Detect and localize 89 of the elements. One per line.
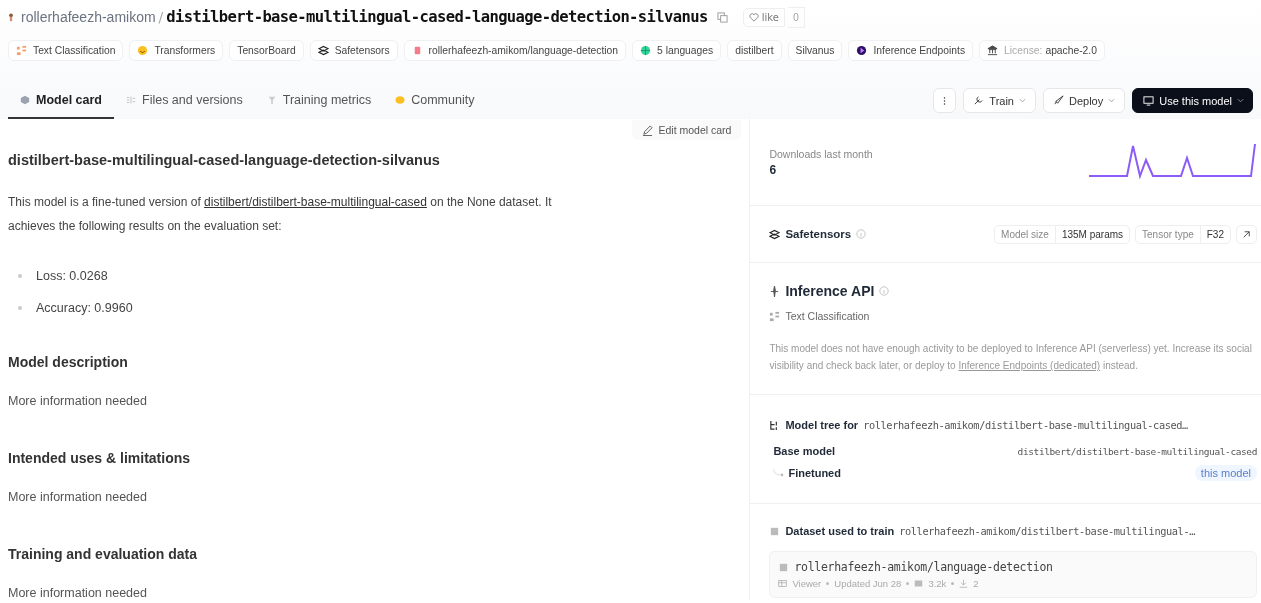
arrow-icon: [1241, 228, 1252, 240]
dataset-icon: [769, 525, 781, 537]
files-tab-icon: [126, 94, 136, 105]
dataset-name: rollerhafeezh-amikom/language-detection: [794, 560, 1053, 574]
rows-count: 3.2k: [928, 578, 947, 589]
model-tree-repo[interactable]: rollerhafeezh-amikom/distilbert-base-multilingual-cased…: [863, 419, 1188, 431]
section-heading: Model description: [8, 354, 129, 370]
language-icon: [640, 45, 652, 56]
copy-icon[interactable]: [716, 11, 728, 23]
repo-name: distilbert-base-multilingual-cased-language-detection-silvanus: [166, 8, 708, 26]
updated-date: Updated Jun 28: [834, 578, 902, 589]
more-options-button[interactable]: [933, 88, 957, 113]
tag[interactable]: TensorBoard: [229, 40, 304, 61]
owner-link[interactable]: rollerhafeezh-amikom: [21, 9, 156, 25]
info-icon[interactable]: [879, 286, 890, 296]
task-icon: [769, 310, 781, 322]
caret-icon: [1237, 98, 1244, 103]
section-heading: Intended uses & limitations: [8, 450, 192, 466]
dataset-model-repo[interactable]: rollerhafeezh-amikom/distilbert-base-multilingual-…: [899, 525, 1195, 537]
tag[interactable]: Text Classification: [8, 40, 124, 61]
this-model-badge: this model: [1194, 465, 1257, 481]
result-item: Accuracy: 0.9960: [36, 301, 133, 315]
base-model-label: Base model: [773, 445, 836, 457]
caret-icon: [1019, 98, 1026, 103]
heart-icon: [748, 12, 759, 22]
path-separator: /: [158, 9, 164, 25]
model-card-title: distilbert-base-multilingual-cased-language-detection-silvanus: [8, 152, 441, 168]
tab[interactable]: Community: [383, 82, 487, 119]
rows-icon: [914, 579, 924, 588]
tag[interactable]: Silvanus: [787, 40, 843, 61]
user-avatar-icon: [8, 11, 14, 23]
base-model-link[interactable]: distilbert/distilbert-base-multilingual-cased: [1017, 445, 1257, 457]
finetuned-label: Finetuned: [788, 467, 841, 479]
info-icon[interactable]: [856, 229, 867, 239]
separator-dot: [906, 582, 910, 585]
card-tab-icon: [20, 94, 30, 105]
tag[interactable]: distilbert: [727, 40, 782, 61]
section-heading: Training and evaluation data: [8, 546, 199, 562]
table-icon: [778, 579, 788, 588]
tab[interactable]: Files and versions: [114, 82, 255, 119]
tag[interactable]: Safetensors: [309, 40, 398, 61]
task-icon: [16, 45, 27, 56]
tensor-type-badge: Tensor type F32: [1135, 224, 1231, 244]
metrics-tab-icon: [266, 94, 277, 105]
action-button[interactable]: Deploy: [1043, 88, 1126, 113]
tab[interactable]: Training metrics: [254, 82, 384, 119]
branch-icon: [773, 467, 785, 479]
model-tree-title: Model tree for: [785, 419, 859, 431]
tag[interactable]: rollerhafeezh-amikom/language-detection: [403, 40, 627, 61]
dataset-icon: [778, 561, 790, 573]
dataset-card[interactable]: rollerhafeezh-amikom/language-detection Viewer Updated Jun 28 3.2k 2: [769, 551, 1257, 598]
caret-icon: [1108, 98, 1116, 103]
tag[interactable]: Inference Endpoints: [848, 40, 974, 61]
tag[interactable]: License: apache-2.0: [979, 40, 1105, 61]
inference-notice: This model does not have enough activity to be deployed to Inference API (serverless) yet. Increase its social visibility and check back later, or deploy to Inference Endpoints (dedicated) instead.: [769, 342, 1253, 373]
section-text: More information needed: [8, 490, 148, 504]
separator-dot: [826, 582, 830, 585]
tab[interactable]: Model card: [8, 82, 114, 119]
pencil-icon: [642, 124, 654, 136]
library-icon: [137, 45, 149, 56]
more-icon: [943, 95, 947, 106]
section-text: More information needed: [8, 394, 148, 408]
action-button[interactable]: Use this model: [1132, 88, 1253, 113]
license-icon: [987, 45, 999, 56]
tag[interactable]: Transformers: [129, 40, 224, 61]
like-count: 0: [787, 6, 806, 28]
tag[interactable]: 5 languages: [632, 40, 722, 61]
section-text: More information needed: [8, 586, 148, 600]
action-button[interactable]: Train: [963, 88, 1036, 113]
download-icon: [959, 579, 969, 588]
intro-paragraph: This model is a fine-tuned version of distilbert/distilbert-base-multilingual-cased on the None dataset. It achieves the following results on the evaluation set:: [8, 194, 553, 235]
downloads-count: 2: [973, 578, 979, 589]
safetensors-title: Safetensors: [785, 228, 852, 240]
downloads-count: 6: [769, 162, 778, 177]
model-size-badge: Model size 135M params: [994, 224, 1131, 244]
safetensors-icon: [317, 45, 329, 56]
downloads-label: Downloads last month: [769, 147, 873, 160]
separator-dot: [951, 582, 955, 585]
edit-model-card-button[interactable]: Edit model card: [632, 120, 742, 140]
community-tab-icon: [395, 94, 406, 105]
task-label: Text Classification: [785, 310, 870, 322]
open-external-button[interactable]: [1236, 224, 1257, 244]
result-item: Loss: 0.0268: [36, 269, 108, 283]
dataset-title: Dataset used to train: [785, 525, 895, 537]
base-model-link[interactable]: distilbert/distilbert-base-multilingual-cased: [204, 195, 427, 209]
safetensors-icon: [769, 228, 781, 240]
inference-api-title: Inference API: [785, 283, 875, 299]
like-button[interactable]: like: [742, 7, 785, 27]
viewer-label: Viewer: [792, 578, 822, 589]
